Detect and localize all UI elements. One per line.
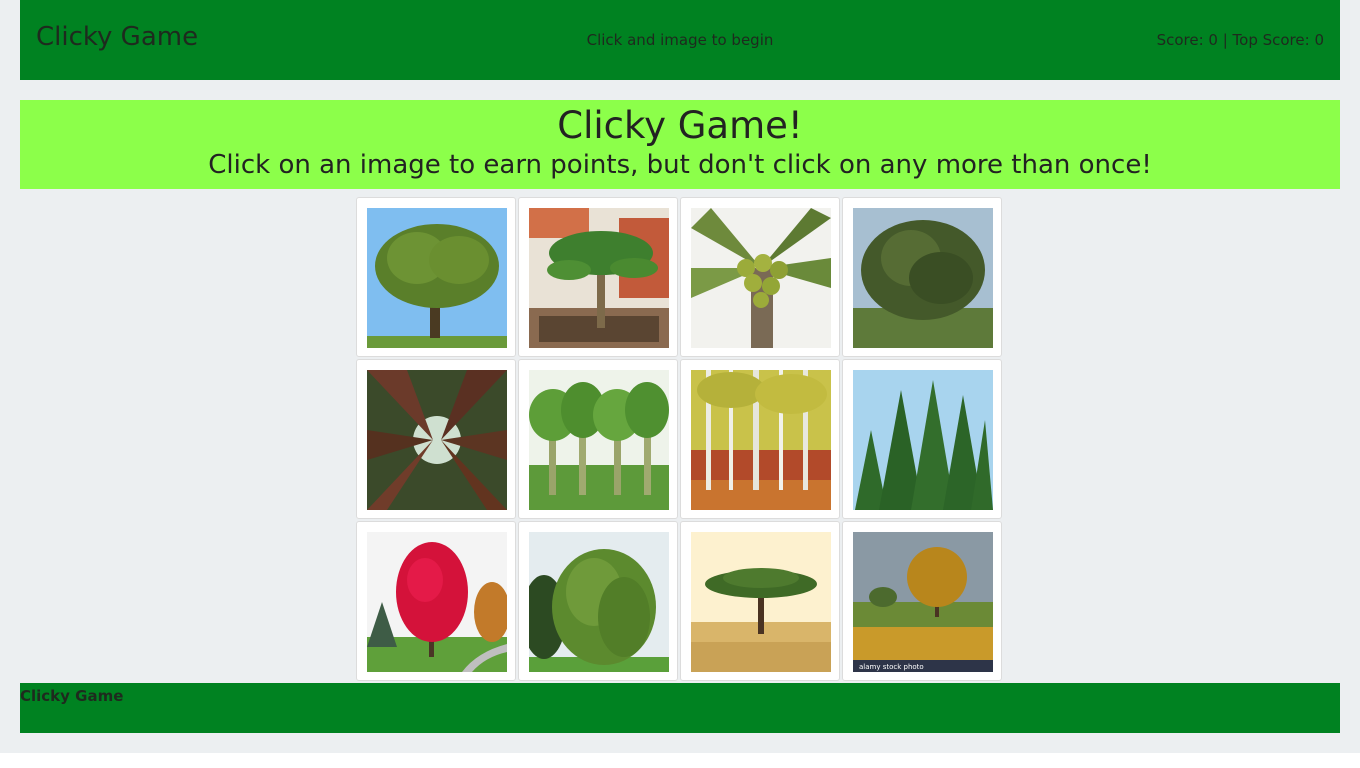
redwood-trees-image[interactable] <box>367 370 507 510</box>
image-card[interactable] <box>356 521 516 681</box>
jumbotron-title: Clicky Game! <box>557 104 803 147</box>
red-maple-tree-image[interactable] <box>367 532 507 672</box>
jumbotron-subtitle: Click on an image to earn points, but do… <box>208 150 1152 180</box>
image-card[interactable] <box>518 521 678 681</box>
watermark-text: alamy stock photo <box>859 663 924 671</box>
navbar: Clicky Game Click and image to begin Sco… <box>20 0 1340 80</box>
palm-tree-image[interactable] <box>529 208 669 348</box>
coconut-palm-image[interactable] <box>691 208 831 348</box>
status-message: Click and image to begin <box>586 31 774 49</box>
image-card[interactable] <box>680 359 840 519</box>
image-card[interactable] <box>680 197 840 357</box>
image-card[interactable] <box>518 197 678 357</box>
image-card[interactable] <box>356 359 516 519</box>
image-card[interactable] <box>842 359 1002 519</box>
oak-tree-image[interactable] <box>367 208 507 348</box>
footer-title: Clicky Game <box>20 687 124 705</box>
footer: Clicky Game <box>20 683 1340 733</box>
image-grid: alamy stock photo <box>356 197 1004 683</box>
autumn-tree-image[interactable]: alamy stock photo <box>853 532 993 672</box>
pine-trees-image[interactable] <box>853 370 993 510</box>
willow-tree-image[interactable] <box>529 532 669 672</box>
birch-trees-image[interactable] <box>691 370 831 510</box>
jumbotron: Clicky Game! Click on an image to earn p… <box>20 100 1340 189</box>
page-background: Clicky Game Click and image to begin Sco… <box>0 0 1360 753</box>
banana-trees-image[interactable] <box>529 370 669 510</box>
acacia-tree-image[interactable] <box>691 532 831 672</box>
image-card[interactable] <box>842 197 1002 357</box>
score-display: Score: 0 | Top Score: 0 <box>1156 31 1324 49</box>
image-card[interactable] <box>518 359 678 519</box>
image-card[interactable]: alamy stock photo <box>842 521 1002 681</box>
image-card[interactable] <box>356 197 516 357</box>
mango-tree-image[interactable] <box>853 208 993 348</box>
image-card[interactable] <box>680 521 840 681</box>
